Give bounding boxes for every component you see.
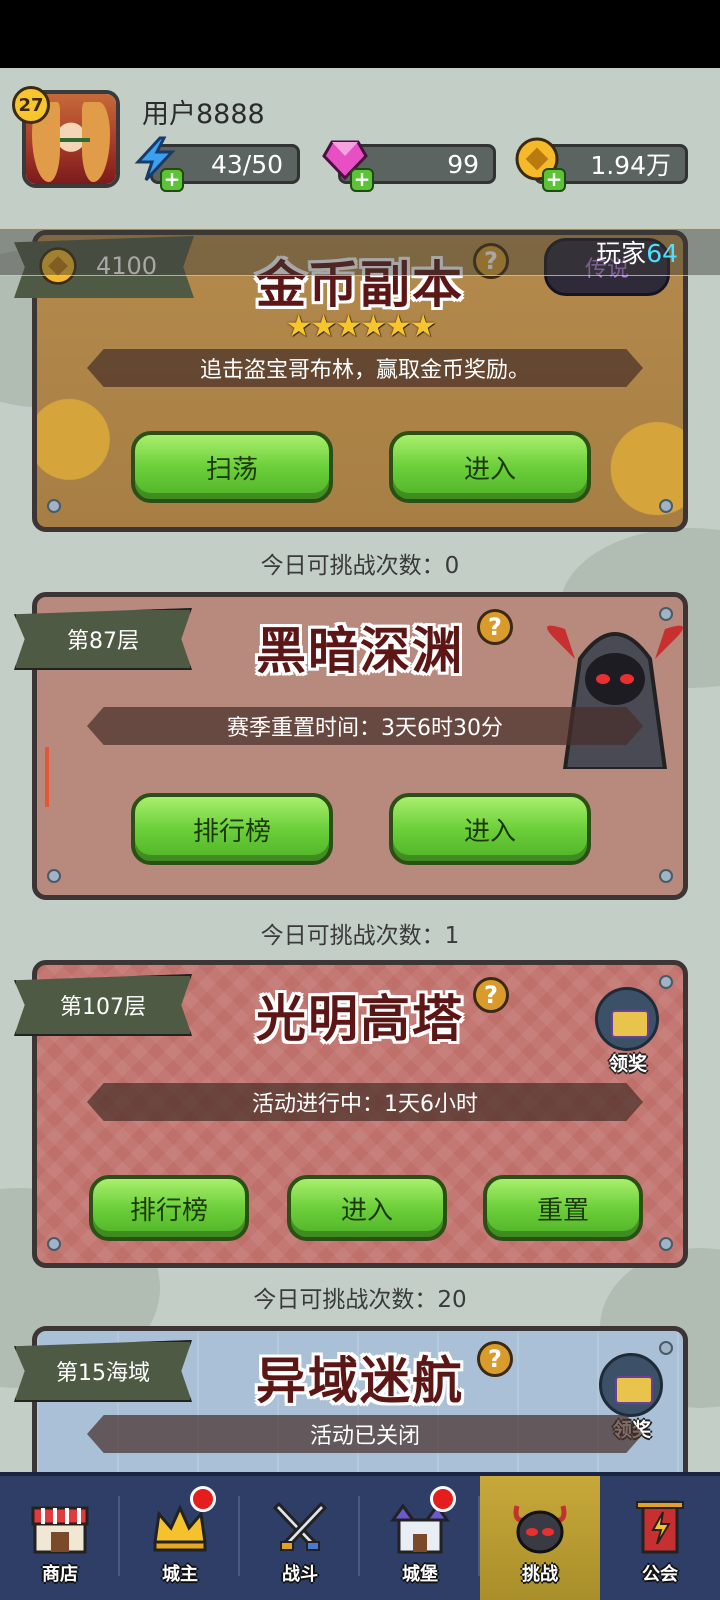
notification-dot bbox=[190, 1486, 216, 1512]
status-bar bbox=[0, 0, 720, 68]
nav-label: 挑战 bbox=[522, 1564, 558, 1585]
enter-button[interactable]: 进入 bbox=[389, 431, 591, 503]
nav-guild[interactable]: 公会 bbox=[600, 1476, 720, 1600]
nav-challenge[interactable]: 挑战 bbox=[480, 1476, 600, 1600]
nav-label: 公会 bbox=[642, 1564, 678, 1585]
card-description: 追击盗宝哥布林，赢取金币奖励。 bbox=[87, 349, 643, 387]
nav-label: 商店 bbox=[42, 1564, 78, 1585]
challenge-count: 今日可挑战次数：20 bbox=[253, 1287, 467, 1313]
chest-icon bbox=[615, 1376, 653, 1404]
nav-label: 战斗 bbox=[282, 1564, 318, 1585]
gem-value: 99 bbox=[447, 149, 479, 179]
energy-value: 43/50 bbox=[210, 149, 283, 179]
bottom-nav: 商店 城主 战斗 城堡 挑战 公会 bbox=[0, 1472, 720, 1600]
player-count: 玩家64 bbox=[596, 239, 678, 268]
demon-mask-icon bbox=[513, 1505, 567, 1554]
reward-label: 领奖 bbox=[608, 1053, 647, 1075]
floor-tag: 第87层 bbox=[14, 608, 192, 670]
add-gem-button[interactable]: + bbox=[350, 168, 374, 192]
chest-icon bbox=[611, 1010, 649, 1038]
nav-lord[interactable]: 城主 bbox=[120, 1476, 240, 1600]
reset-button[interactable]: 重置 bbox=[483, 1175, 643, 1241]
add-energy-button[interactable]: + bbox=[160, 168, 184, 192]
swords-icon bbox=[272, 1501, 328, 1551]
card-description: 活动已关闭 bbox=[87, 1415, 643, 1453]
nav-label: 城主 bbox=[162, 1564, 198, 1585]
nav-castle[interactable]: 城堡 bbox=[360, 1476, 480, 1600]
reward-chest-button[interactable] bbox=[599, 1353, 663, 1417]
card-description: 活动进行中：1天6小时 bbox=[87, 1083, 643, 1121]
sweep-button[interactable]: 扫荡 bbox=[131, 431, 333, 503]
notification-dot bbox=[430, 1486, 456, 1512]
floor-tag: 第15海域 bbox=[14, 1340, 192, 1402]
enter-button[interactable]: 进入 bbox=[389, 793, 591, 865]
help-icon[interactable]: ? bbox=[477, 609, 513, 645]
leaderboard-button[interactable]: 排行榜 bbox=[131, 793, 333, 865]
nav-battle[interactable]: 战斗 bbox=[240, 1476, 360, 1600]
enter-button[interactable]: 进入 bbox=[287, 1175, 447, 1241]
reward-chest-button[interactable] bbox=[595, 987, 659, 1051]
nav-shop[interactable]: 商店 bbox=[0, 1476, 120, 1600]
floor-tag: 第107层 bbox=[14, 974, 192, 1036]
challenge-count: 今日可挑战次数：0 bbox=[260, 553, 460, 579]
shop-icon bbox=[31, 1506, 89, 1554]
add-coin-button[interactable]: + bbox=[542, 168, 566, 192]
help-icon[interactable]: ? bbox=[477, 1341, 513, 1377]
leaderboard-button[interactable]: 排行榜 bbox=[89, 1175, 249, 1241]
nav-label: 城堡 bbox=[402, 1564, 438, 1585]
help-icon[interactable]: ? bbox=[473, 977, 509, 1013]
username: 用户8888 bbox=[142, 99, 265, 130]
guild-banner-icon bbox=[636, 1500, 684, 1554]
star-rating: ★★★★★★ bbox=[285, 309, 436, 344]
card-description: 赛季重置时间：3天6时30分 bbox=[87, 707, 643, 745]
coin-value: 1.94万 bbox=[590, 151, 671, 180]
challenge-count: 今日可挑战次数：1 bbox=[260, 923, 460, 949]
level-badge: 27 bbox=[12, 86, 50, 124]
